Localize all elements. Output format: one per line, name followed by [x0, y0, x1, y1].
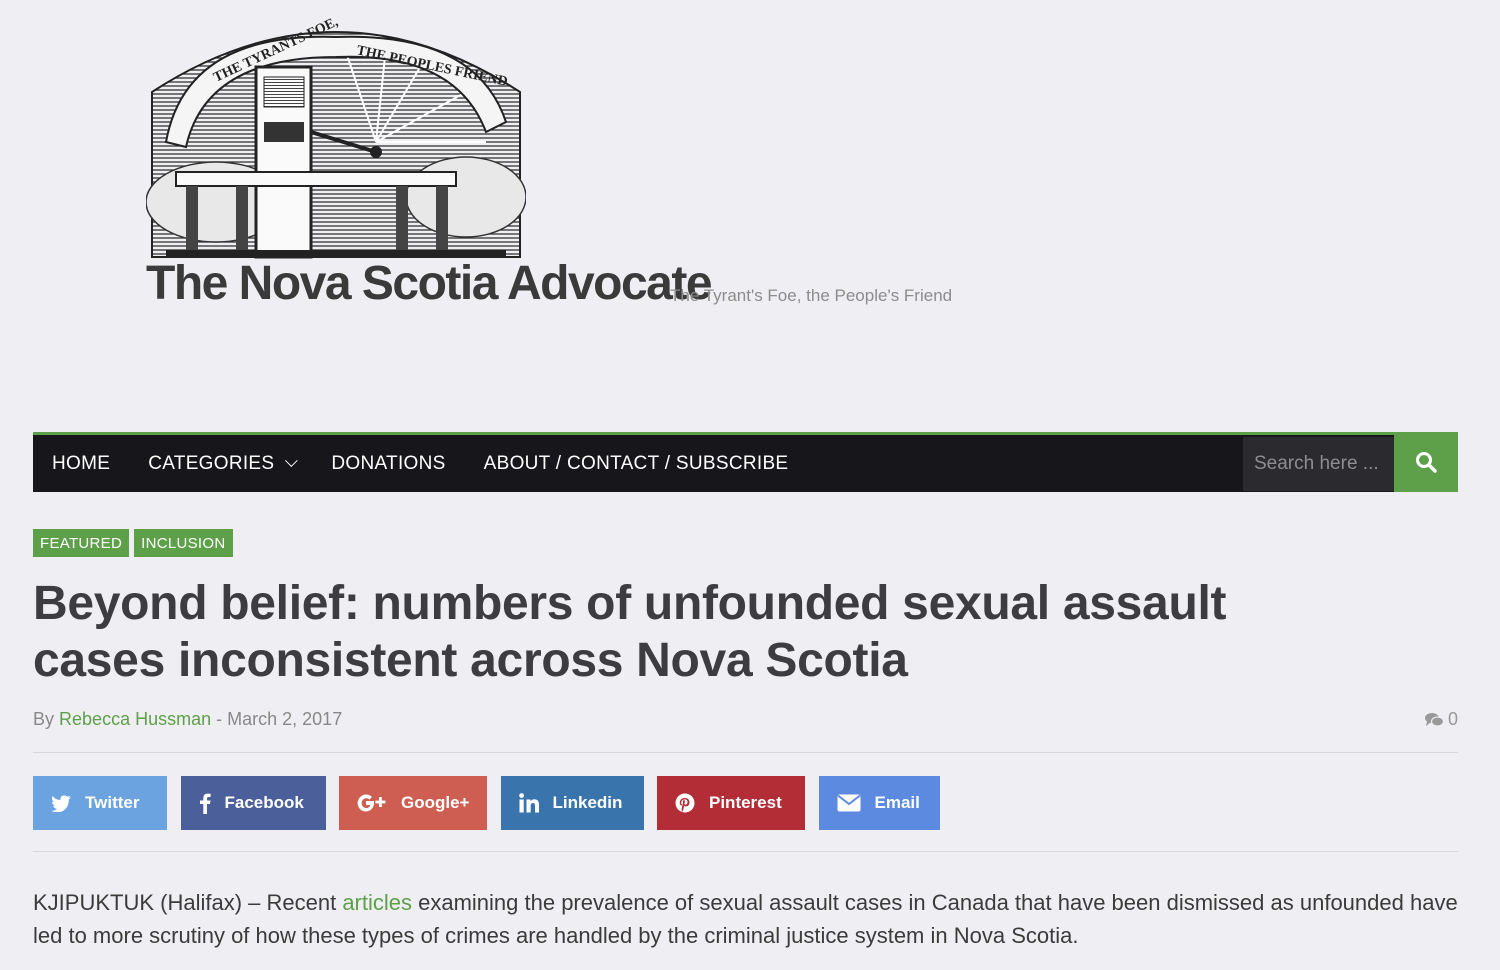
search-input[interactable]: Search here ... [1243, 437, 1394, 491]
body-text-intro: KJIPUKTUK (Halifax) – Recent [33, 890, 343, 915]
tag-featured[interactable]: FEATURED [33, 529, 130, 557]
nav-item-label: DONATIONS [331, 452, 446, 474]
publish-date: March 2, 2017 [227, 709, 343, 729]
article-body-paragraph: KJIPUKTUK (Halifax) – Recent articles ex… [33, 886, 1463, 952]
envelope-icon [836, 794, 861, 812]
share-twitter-button[interactable]: Twitter [33, 776, 167, 830]
divider [33, 752, 1458, 753]
share-linkedin-button[interactable]: Linkedin [500, 776, 644, 830]
twitter-icon [51, 794, 71, 812]
comment-count-link[interactable]: 0 [1424, 709, 1458, 730]
comment-count: 0 [1447, 709, 1458, 729]
site-tagline: The Tyrant's Foe, the People's Friend [670, 286, 953, 305]
chevron-down-icon [285, 454, 299, 468]
pinterest-icon [675, 793, 695, 813]
printing-press-logo-image: THE TYRANTS FOE, THE PEOPLES FRIEND [145, 15, 527, 259]
share-label: Facebook [224, 793, 304, 812]
share-label: Google+ [401, 793, 470, 812]
site-title[interactable]: The Nova Scotia Advocate [146, 256, 713, 311]
nav-item-categories[interactable]: CATEGORIES [129, 435, 312, 492]
category-tags: FEATURED INCLUSION [33, 529, 233, 557]
search-button[interactable] [1394, 432, 1458, 492]
nav-item-about-contact-subscribe[interactable]: ABOUT / CONTACT / SUBSCRIBE [465, 435, 808, 492]
articles-link[interactable]: articles [342, 890, 412, 915]
share-googleplus-button[interactable]: Google+ [339, 776, 487, 830]
nav-item-home[interactable]: HOME [33, 435, 129, 492]
share-email-button[interactable]: Email [818, 776, 940, 830]
google-plus-icon [357, 793, 387, 813]
by-label: By [33, 709, 55, 729]
nav-item-donations[interactable]: DONATIONS [312, 435, 464, 492]
meta-separator: - [216, 709, 223, 729]
nav-item-label: CATEGORIES [148, 452, 275, 474]
share-label: Email [874, 793, 920, 812]
article-title: Beyond belief: numbers of unfounded sexu… [33, 577, 1227, 687]
tag-inclusion[interactable]: INCLUSION [134, 529, 233, 557]
search-icon [1416, 452, 1437, 473]
nav-menu: HOME CATEGORIES DONATIONS ABOUT / CONTAC… [33, 435, 807, 492]
share-buttons: Twitter Facebook Google+ Linkedin Pinter… [33, 776, 940, 830]
article-meta: By Rebecca Hussman - March 2, 2017 [33, 709, 342, 730]
linkedin-icon [518, 793, 539, 813]
nav-item-label: HOME [52, 452, 111, 474]
share-pinterest-button[interactable]: Pinterest [657, 776, 805, 830]
main-navbar: HOME CATEGORIES DONATIONS ABOUT / CONTAC… [33, 432, 1458, 492]
facebook-icon [199, 792, 211, 814]
site-logo[interactable]: THE TYRANTS FOE, THE PEOPLES FRIEND [145, 12, 527, 262]
author-link[interactable]: Rebecca Hussman [59, 709, 211, 729]
comments-icon [1424, 712, 1444, 727]
share-label: Pinterest [709, 793, 782, 812]
nav-item-label: ABOUT / CONTACT / SUBSCRIBE [483, 452, 789, 474]
share-facebook-button[interactable]: Facebook [180, 776, 326, 830]
divider [33, 851, 1458, 852]
share-label: Twitter [85, 793, 140, 812]
share-label: Linkedin [552, 793, 623, 812]
